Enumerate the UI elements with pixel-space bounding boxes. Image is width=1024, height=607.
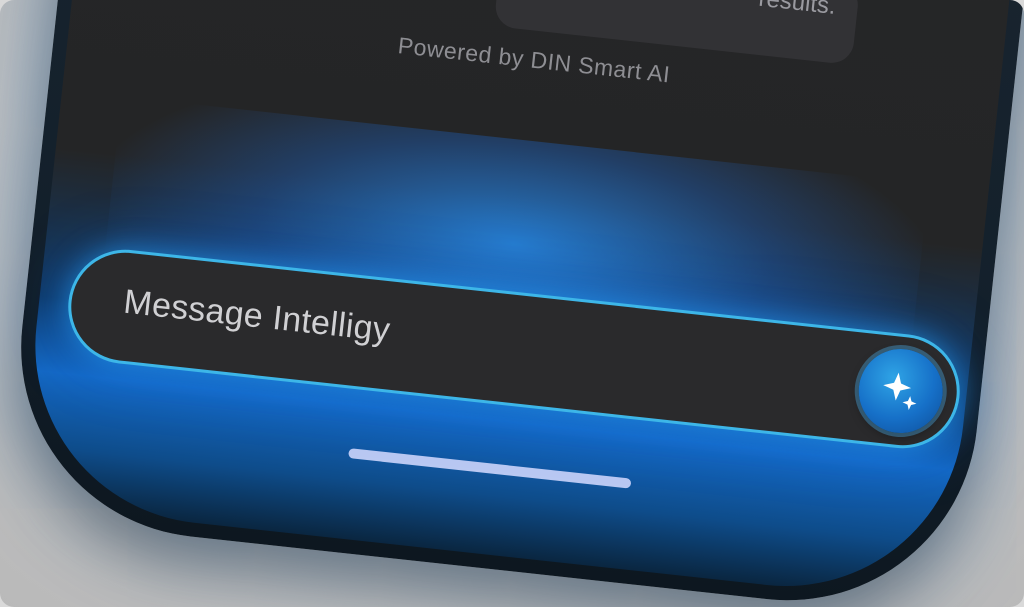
app-stage: results. Powered by DIN Smart AI Message… — [0, 0, 1024, 607]
send-button[interactable] — [854, 344, 948, 438]
home-indicator[interactable] — [348, 448, 632, 489]
sparkles-icon — [883, 372, 917, 410]
result-card-text: results. — [757, 0, 838, 20]
message-input[interactable]: Message Intelligy — [122, 283, 392, 351]
